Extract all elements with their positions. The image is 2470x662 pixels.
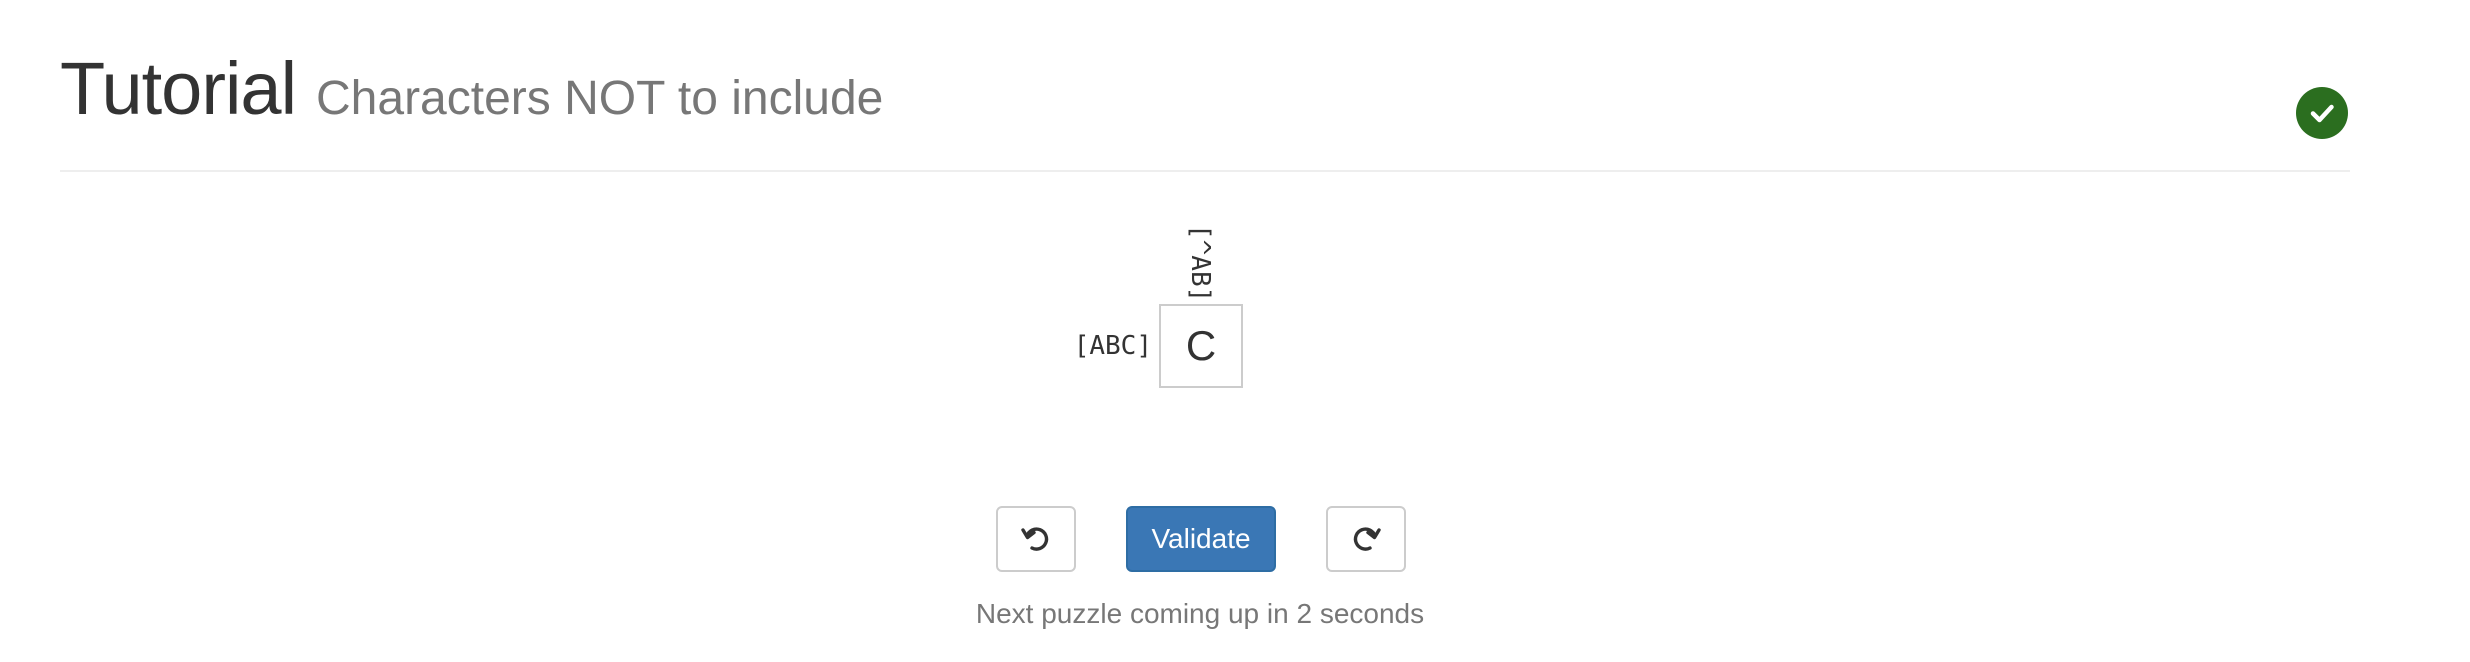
redo-button[interactable] xyxy=(1326,506,1406,572)
column-clue: [^AB] xyxy=(1185,224,1215,303)
checkmark-icon xyxy=(2310,104,2334,123)
page-subtitle: Characters NOT to include xyxy=(316,72,884,125)
check-circle-icon xyxy=(2296,87,2348,139)
page-title: Tutorial Characters NOT to include xyxy=(60,52,883,126)
countdown-message: Next puzzle coming up in 2 seconds xyxy=(975,598,1425,629)
undo-button[interactable] xyxy=(996,506,1076,572)
puzzle-cell[interactable]: C xyxy=(1159,304,1243,388)
title-text: Tutorial xyxy=(60,47,297,130)
undo-icon xyxy=(1021,527,1049,551)
tutorial-page: Tutorial Characters NOT to include [^AB] … xyxy=(0,0,2470,662)
row-clue: [ABC] xyxy=(1073,331,1152,361)
redo-icon xyxy=(1353,527,1381,551)
validate-button[interactable]: Validate xyxy=(1126,506,1276,572)
page-header: Tutorial Characters NOT to include xyxy=(60,52,2350,172)
